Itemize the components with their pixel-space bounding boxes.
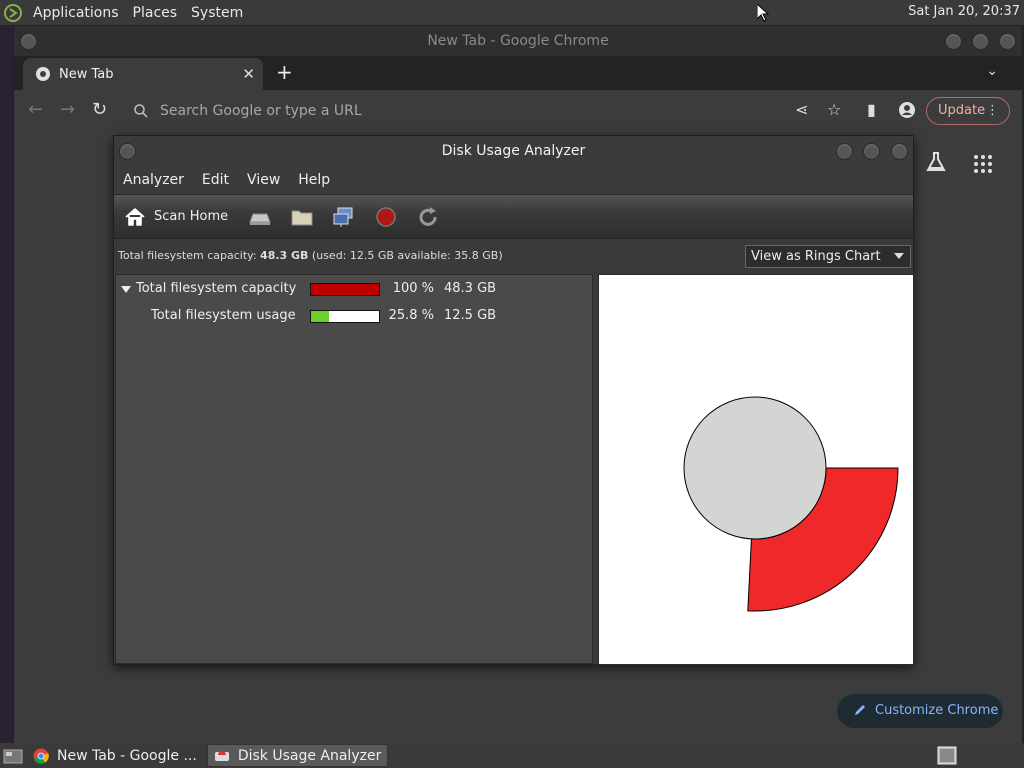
menu-analyzer[interactable]: Analyzer bbox=[114, 172, 193, 188]
row-name: Total filesystem usage bbox=[151, 308, 296, 323]
expander-triangle-icon[interactable] bbox=[121, 286, 131, 293]
chrome-app-icon bbox=[33, 748, 49, 764]
clock[interactable]: Sat Jan 20, 20:37 bbox=[908, 4, 1020, 19]
usage-bar-fill bbox=[311, 311, 329, 322]
refresh-icon[interactable] bbox=[416, 206, 440, 228]
distro-logo-icon[interactable] bbox=[0, 0, 26, 25]
dua-maximize-button[interactable] bbox=[863, 143, 880, 160]
tree-row[interactable]: Total filesystem capacity 100 % 48.3 GB bbox=[116, 277, 592, 301]
chrome-window-title: New Tab - Google Chrome bbox=[427, 33, 609, 49]
minimize-button[interactable] bbox=[945, 33, 962, 50]
side-panel-icon[interactable]: ▮ bbox=[867, 100, 876, 119]
usage-bar bbox=[310, 310, 380, 323]
scan-remote-icon[interactable] bbox=[332, 206, 356, 228]
menu-applications[interactable]: Applications bbox=[26, 5, 126, 21]
dua-menubar: Analyzer Edit View Help bbox=[114, 166, 913, 194]
omnibox[interactable]: Search Google or type a URL bbox=[120, 95, 910, 127]
home-icon[interactable] bbox=[124, 206, 146, 228]
view-mode-select[interactable]: View as Rings Chart bbox=[745, 245, 911, 268]
menu-places[interactable]: Places bbox=[126, 5, 185, 21]
omnibox-placeholder: Search Google or type a URL bbox=[160, 103, 362, 119]
chrome-favicon-icon bbox=[36, 67, 50, 81]
disk-usage-analyzer-window: Disk Usage Analyzer Analyzer Edit View H… bbox=[113, 135, 914, 665]
bottom-panel: New Tab - Google ... Disk Usage Analyzer bbox=[0, 743, 1024, 768]
disk-usage-app-icon bbox=[214, 750, 229, 761]
menu-system[interactable]: System bbox=[184, 5, 250, 21]
show-desktop-icon[interactable] bbox=[3, 747, 23, 765]
tab-new-tab[interactable]: New Tab ✕ bbox=[23, 58, 263, 90]
tab-strip: New Tab ✕ + ⌄ bbox=[14, 56, 1022, 90]
ring-center-circle[interactable] bbox=[683, 396, 827, 540]
customize-label: Customize Chrome bbox=[875, 703, 999, 718]
dua-titlebar[interactable]: Disk Usage Analyzer bbox=[114, 136, 913, 166]
window-menu-button[interactable] bbox=[20, 33, 37, 50]
dropdown-arrow-icon bbox=[894, 253, 904, 259]
rings-chart bbox=[683, 396, 899, 612]
scan-folder-icon[interactable] bbox=[290, 206, 314, 228]
info-prefix: Total filesystem capacity: bbox=[118, 249, 261, 262]
labs-flask-icon[interactable] bbox=[925, 151, 947, 173]
scan-home-button[interactable]: Scan Home bbox=[154, 209, 228, 224]
close-button[interactable] bbox=[999, 33, 1016, 50]
task-label: Disk Usage Analyzer bbox=[237, 747, 382, 764]
dua-window-menu-button[interactable] bbox=[119, 143, 136, 160]
usage-bar-fill bbox=[311, 284, 379, 295]
scan-filesystem-icon[interactable] bbox=[248, 206, 272, 228]
row-size: 12.5 GB bbox=[444, 308, 497, 323]
mouse-pointer-icon bbox=[757, 4, 769, 22]
dua-toolbar: Scan Home bbox=[114, 194, 913, 239]
rings-chart-pane bbox=[598, 274, 914, 665]
back-icon[interactable]: ← bbox=[28, 99, 43, 120]
update-label: Update bbox=[938, 103, 986, 118]
profile-icon[interactable] bbox=[899, 102, 915, 118]
bookmark-star-icon[interactable]: ☆ bbox=[827, 100, 841, 119]
dua-window-title: Disk Usage Analyzer bbox=[441, 143, 586, 159]
menu-help[interactable]: Help bbox=[289, 172, 339, 188]
workspace-switcher-icon[interactable] bbox=[937, 746, 957, 765]
taskbar-item-disk-usage-analyzer[interactable]: Disk Usage Analyzer bbox=[206, 744, 389, 767]
info-suffix: (used: 12.5 GB available: 35.8 GB) bbox=[308, 249, 503, 262]
filesystem-info: Total filesystem capacity: 48.3 GB (used… bbox=[114, 239, 913, 272]
row-percent: 100 % bbox=[392, 281, 434, 296]
customize-chrome-button[interactable]: Customize Chrome bbox=[837, 694, 1003, 728]
view-mode-value: View as Rings Chart bbox=[751, 249, 881, 264]
info-capacity: 48.3 GB bbox=[260, 249, 309, 262]
top-panel: Applications Places System Sat Jan 20, 2… bbox=[0, 0, 1024, 25]
pencil-icon bbox=[855, 705, 865, 715]
chrome-titlebar[interactable]: New Tab - Google Chrome bbox=[14, 26, 1022, 56]
chrome-toolbar: ← → ↻ Search Google or type a URL ⋖ ☆ ▮ … bbox=[14, 90, 1022, 132]
kebab-menu-icon[interactable]: ⋮ bbox=[986, 98, 999, 124]
dua-close-button[interactable] bbox=[891, 143, 908, 160]
maximize-button[interactable] bbox=[972, 33, 989, 50]
apps-grid-icon[interactable] bbox=[974, 155, 992, 173]
tree-row[interactable]: Total filesystem usage 25.8 % 12.5 GB bbox=[116, 304, 592, 328]
update-button[interactable]: Update ⋮ bbox=[926, 97, 1010, 125]
task-label: New Tab - Google ... bbox=[57, 747, 197, 764]
taskbar-item-chrome[interactable]: New Tab - Google ... bbox=[27, 744, 203, 767]
chevron-down-icon[interactable]: ⌄ bbox=[986, 63, 998, 79]
usage-bar bbox=[310, 283, 380, 296]
row-percent: 25.8 % bbox=[388, 308, 434, 323]
menu-view[interactable]: View bbox=[238, 172, 289, 188]
dua-minimize-button[interactable] bbox=[836, 143, 853, 160]
search-icon bbox=[134, 104, 148, 118]
share-icon[interactable]: ⋖ bbox=[795, 100, 808, 119]
forward-icon[interactable]: → bbox=[60, 99, 75, 120]
tab-close-icon[interactable]: ✕ bbox=[242, 65, 255, 83]
reload-icon[interactable]: ↻ bbox=[92, 99, 107, 120]
tab-label: New Tab bbox=[59, 66, 114, 82]
menu-edit[interactable]: Edit bbox=[193, 172, 238, 188]
folder-tree: Total filesystem capacity 100 % 48.3 GB … bbox=[115, 274, 593, 664]
stop-icon[interactable] bbox=[374, 206, 398, 228]
new-tab-icon[interactable]: + bbox=[276, 60, 293, 84]
row-size: 48.3 GB bbox=[444, 281, 497, 296]
row-name: Total filesystem capacity bbox=[136, 281, 297, 296]
